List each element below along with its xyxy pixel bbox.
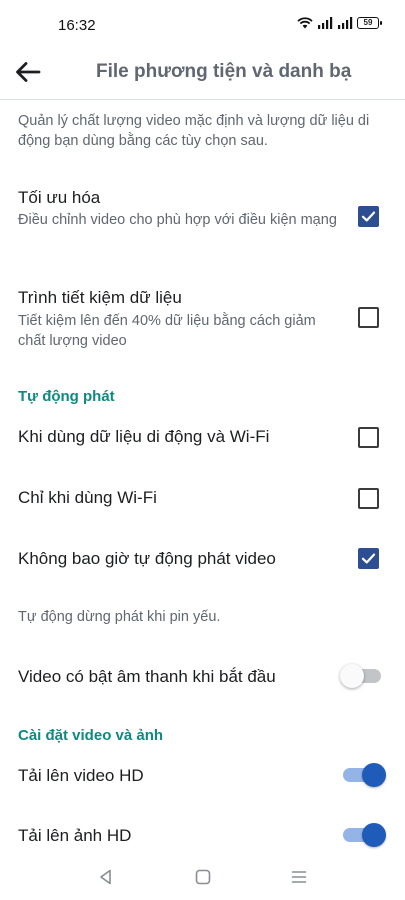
page-title: File phương tiện và danh bạ [96, 61, 352, 82]
square-home-icon [195, 869, 211, 885]
toggle-knob [362, 763, 386, 787]
autoplay-option-wifi-only[interactable]: Chỉ khi dùng Wi-Fi [0, 478, 405, 518]
setting-optimize-subtitle: Điều chỉnh video cho phù hợp với điều ki… [18, 212, 337, 228]
optimize-checkbox[interactable] [358, 206, 379, 227]
back-button[interactable] [12, 56, 44, 88]
signal-icon-2 [338, 17, 353, 29]
nav-home-button[interactable] [192, 866, 214, 888]
intro-description: Quản lý chất lượng video mặc định và lượ… [18, 113, 370, 149]
menu-lines-icon [291, 871, 307, 883]
setting-optimize[interactable]: Tối ưu hóa Điều chỉnh video cho phù hợp … [0, 184, 405, 256]
autoplay-option-label: Khi dùng dữ liệu di động và Wi-Fi [18, 427, 270, 446]
system-nav-bar [0, 852, 405, 900]
autoplay-option-mobile-wifi[interactable]: Khi dùng dữ liệu di động và Wi-Fi [0, 418, 405, 458]
setting-sound-on-start[interactable]: Video có bật âm thanh khi bắt đầu [0, 656, 405, 696]
setting-data-saver-title: Trình tiết kiệm dữ liệu [18, 288, 182, 307]
status-time: 16:32 [58, 17, 96, 34]
autoplay-mobile-wifi-checkbox[interactable] [358, 427, 379, 448]
autoplay-option-label: Chỉ khi dùng Wi-Fi [18, 488, 157, 507]
setting-upload-hd-photo-label: Tải lên ảnh HD [18, 826, 132, 845]
data-saver-checkbox[interactable] [358, 307, 379, 328]
autoplay-note: Tự động dừng phát khi pin yếu. [18, 609, 221, 625]
sound-toggle[interactable] [340, 663, 384, 689]
nav-menu-button[interactable] [288, 866, 310, 888]
upload-hd-video-toggle[interactable] [340, 762, 386, 788]
autoplay-never-checkbox[interactable] [358, 548, 379, 569]
triangle-back-icon [100, 869, 111, 885]
setting-data-saver-subtitle: Tiết kiệm lên đến 40% dữ liệu bằng cách … [18, 313, 316, 349]
setting-upload-hd-photo[interactable]: Tải lên ảnh HD [0, 816, 405, 856]
setting-upload-hd-video-label: Tải lên video HD [18, 766, 144, 785]
setting-sound-label: Video có bật âm thanh khi bắt đầu [18, 667, 276, 686]
setting-optimize-title: Tối ưu hóa [18, 188, 101, 207]
nav-back-button[interactable] [95, 866, 117, 888]
section-autoplay: Tự động phát [18, 388, 115, 405]
status-icons: 59 [297, 17, 382, 29]
status-bar: 16:32 59 [0, 0, 405, 48]
section-video-photo: Cài đặt video và ảnh [18, 727, 164, 744]
signal-icon [318, 17, 333, 29]
checkmark-icon [361, 211, 376, 222]
setting-data-saver[interactable]: Trình tiết kiệm dữ liệu Tiết kiệm lên đế… [0, 284, 405, 356]
setting-upload-hd-video[interactable]: Tải lên video HD [0, 756, 405, 796]
battery-icon: 59 [357, 17, 382, 29]
app-header: File phương tiện và danh bạ [0, 48, 405, 100]
autoplay-wifi-only-checkbox[interactable] [358, 488, 379, 509]
toggle-knob [362, 823, 386, 847]
arrow-left-icon [16, 62, 41, 82]
wifi-icon [297, 17, 313, 29]
checkmark-icon [361, 553, 376, 564]
autoplay-option-never[interactable]: Không bao giờ tự động phát video [0, 538, 405, 578]
autoplay-option-label: Không bao giờ tự động phát video [18, 549, 276, 568]
upload-hd-photo-toggle[interactable] [340, 822, 386, 848]
toggle-knob [340, 664, 364, 688]
